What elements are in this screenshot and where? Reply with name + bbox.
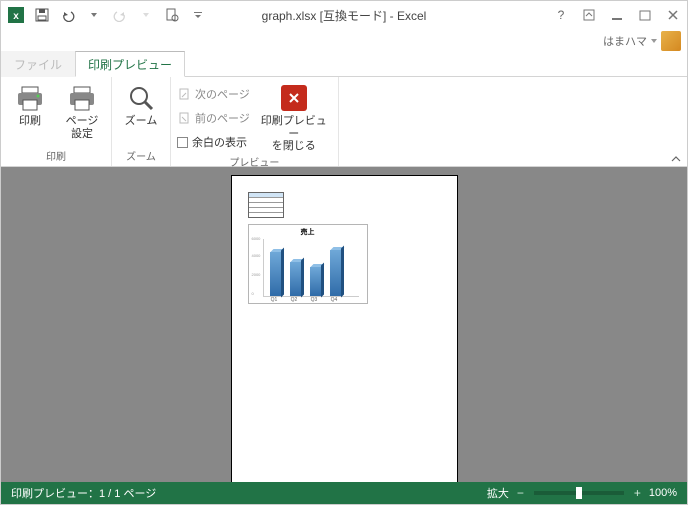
redo-dropdown-icon[interactable] [135,4,157,26]
zoom-out-button[interactable]: − [517,486,524,500]
group-zoom: ズーム ズーム [112,77,171,166]
next-page-button: 次のページ [177,83,250,105]
group-zoom-label: ズーム [118,147,164,164]
minimize-icon[interactable] [603,3,631,27]
zoom-in-button[interactable]: + [634,486,641,500]
ribbon-options-icon[interactable] [575,3,603,27]
close-preview-button[interactable]: 印刷プレビュー を閉じる [256,79,332,153]
zoom-label: ズーム [125,115,158,128]
embedded-table [248,192,284,218]
preview-page: 売上 0 2000 4000 6000 Q1 Q2 Q3 Q4 [231,175,458,482]
chart-bar [310,267,321,296]
tab-file[interactable]: ファイル [1,51,75,77]
prev-page-label: 前のページ [195,110,250,126]
page-setup-label: ページ 設定 [66,115,99,140]
show-margins-label: 余白の表示 [192,134,247,150]
chart-x-label: Q2 [289,297,300,303]
chart-bar [290,262,301,296]
show-margins-toggle[interactable]: 余白の表示 [177,131,250,153]
status-page-info: 印刷プレビュー：1 / 1 ページ [11,485,487,501]
chart-x-label: Q1 [269,297,280,303]
quick-access-toolbar: x [1,4,209,26]
chart-x-label: Q4 [329,297,340,303]
avatar[interactable] [661,31,681,51]
save-icon[interactable] [31,4,53,26]
group-print-label: 印刷 [7,147,105,164]
prev-page-button: 前のページ [177,107,250,129]
preview-icon[interactable] [161,4,183,26]
magnifier-icon [126,83,156,113]
zoom-button[interactable]: ズーム [118,79,164,128]
close-icon[interactable] [659,3,687,27]
user-dropdown-icon[interactable] [651,38,657,44]
page-setup-button[interactable]: ページ 設定 [59,79,105,140]
zoom-percent[interactable]: 100% [649,487,677,499]
preview-area[interactable]: 売上 0 2000 4000 6000 Q1 Q2 Q3 Q4 [1,167,687,482]
group-preview-label: プレビュー [177,153,332,170]
undo-icon[interactable] [57,4,79,26]
maximize-icon[interactable] [631,3,659,27]
chart-title: 売上 [251,227,365,237]
title-bar: x graph.xlsx [互換モード] - Excel ? [1,1,687,29]
zoom-slider[interactable] [534,491,624,495]
prev-page-icon [177,111,191,125]
status-bar: 印刷プレビュー：1 / 1 ページ 拡大 − + 100% [1,482,687,504]
checkbox-icon [177,137,188,148]
next-page-icon [177,87,191,101]
ribbon: 印刷 ページ 設定 印刷 ズーム ズーム [1,77,687,167]
window-controls: ? [547,3,687,27]
excel-icon[interactable]: x [5,4,27,26]
chart-bar [270,252,281,296]
next-page-label: 次のページ [195,86,250,102]
chart-plot: 0 2000 4000 6000 [263,239,359,297]
chart-x-label: Q3 [309,297,320,303]
ribbon-tabs: ファイル 印刷プレビュー [1,53,687,77]
user-bar: はまハマ [1,29,687,53]
window-title: graph.xlsx [互換モード] - Excel [262,7,427,24]
printer-icon [15,83,45,113]
print-button[interactable]: 印刷 [7,79,53,128]
zoom-mode-label[interactable]: 拡大 [487,485,509,501]
collapse-ribbon-icon[interactable] [671,154,681,164]
print-label: 印刷 [19,115,41,128]
page-setup-icon [67,83,97,113]
svg-text:x: x [13,11,19,22]
group-print: 印刷 ページ 設定 印刷 [1,77,112,166]
chart-x-labels: Q1 Q2 Q3 Q4 [263,297,365,303]
user-name[interactable]: はまハマ [603,33,647,49]
embedded-chart: 売上 0 2000 4000 6000 Q1 Q2 Q3 Q4 [248,224,368,304]
close-preview-label: 印刷プレビュー を閉じる [256,115,332,153]
tab-print-preview[interactable]: 印刷プレビュー [75,51,185,77]
qat-dropdown-icon[interactable] [187,4,209,26]
group-preview: 次のページ 前のページ 余白の表示 印刷プレビュー を閉じる [171,77,339,166]
undo-dropdown-icon[interactable] [83,4,105,26]
help-icon[interactable]: ? [547,3,575,27]
close-red-icon [281,85,307,111]
chart-bar [330,250,341,296]
redo-icon[interactable] [109,4,131,26]
